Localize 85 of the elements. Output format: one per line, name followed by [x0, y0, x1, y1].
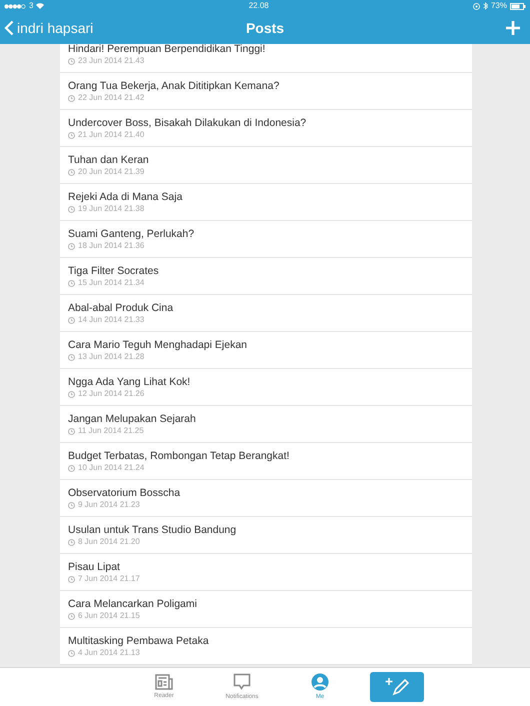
clock-icon	[68, 502, 75, 508]
post-row[interactable]: Jangan Melupakan Sejarah 11 Jun 2014 21.25	[60, 406, 472, 443]
post-date: 20 Jun 2014 21.39	[78, 167, 144, 177]
post-date: 7 Jun 2014 21.17	[78, 574, 140, 584]
post-row[interactable]: Multitasking Pembawa Petaka 4 Jun 2014 21.13	[60, 628, 472, 665]
compose-button[interactable]	[370, 672, 424, 702]
clock-icon	[68, 650, 75, 656]
post-date: 12 Jun 2014 21.26	[78, 389, 144, 399]
post-title: Ngga Ada Yang Lihat Kok!	[68, 375, 192, 389]
bluetooth-icon	[482, 2, 488, 10]
clock-icon	[68, 612, 75, 620]
clock-icon	[68, 280, 75, 286]
post-title: Cara Melancarkan Poligami	[68, 597, 198, 611]
newspaper-icon	[155, 674, 173, 690]
post-date: 23 Jun 2014 21.43	[78, 56, 144, 66]
post-row[interactable]: Orang Tua Bekerja, Anak Dititipkan Kemana? 22 Jun 2014 21.42	[60, 73, 472, 110]
post-title: Suami Ganteng, Perlukah?	[68, 227, 196, 241]
post-row[interactable]: Pisau Lipat 7 Jun 2014 21.17	[60, 554, 472, 591]
add-button[interactable]	[504, 19, 522, 37]
post-title: Orang Tua Bekerja, Anak Dititipkan Kemana?	[68, 79, 280, 93]
post-date: 10 Jun 2014 21.24	[78, 463, 144, 473]
post-row[interactable]: Rejeki Ada di Mana Saja 19 Jun 2014 21.38	[60, 184, 472, 221]
post-date: 9 Jun 2014 21.23	[78, 500, 140, 510]
back-chevron-icon	[4, 20, 14, 36]
user-icon	[311, 673, 329, 691]
post-title: Rejeki Ada di Mana Saja	[68, 190, 184, 204]
post-title: Tiga Filter Socrates	[68, 264, 160, 278]
post-row[interactable]: Hindari! Perempuan Berpendidikan Tinggi! 23 Jun 2014 21.43	[60, 44, 472, 73]
post-title: Abal-abal Produk Cina	[68, 301, 174, 315]
post-row[interactable]: Suami Ganteng, Perlukah? 18 Jun 2014 21.36	[60, 221, 472, 258]
post-title: Observatorium Bosscha	[68, 486, 182, 500]
post-row[interactable]: Observatorium Bosscha 9 Jun 2014 21.23	[60, 480, 472, 517]
clock-icon	[68, 168, 75, 176]
post-date: 13 Jun 2014 21.28	[78, 352, 144, 362]
post-title: Pisau Lipat	[68, 560, 121, 574]
clock-icon	[68, 464, 75, 472]
clock-icon	[68, 576, 75, 582]
plus-icon	[505, 20, 521, 36]
clock-icon	[68, 354, 75, 360]
status-time: 22.08	[248, 0, 269, 12]
post-date: 11 Jun 2014 21.25	[78, 426, 144, 436]
clock-icon	[68, 132, 75, 138]
post-title: Budget Terbatas, Rombongan Tetap Berangkat!	[68, 449, 290, 463]
post-title: Usulan untuk Trans Studio Bandung	[68, 523, 238, 537]
clock-icon	[68, 538, 75, 546]
pencil-plus-icon	[385, 677, 409, 697]
post-date: 18 Jun 2014 21.36	[78, 241, 144, 251]
post-row[interactable]: Abal-abal Produk Cina 14 Jun 2014 21.33	[60, 295, 472, 332]
page-title: Posts	[246, 18, 284, 38]
post-date: 15 Jun 2014 21.34	[78, 278, 144, 288]
post-row[interactable]: Undercover Boss, Bisakah Dilakukan di Indonesia? 21 Jun 2014 21.40	[60, 110, 472, 147]
post-title: Hindari! Perempuan Berpendidikan Tinggi!	[68, 44, 266, 56]
post-title: Undercover Boss, Bisakah Dilakukan di Indonesia?	[68, 116, 308, 130]
clock-icon	[68, 390, 75, 398]
post-row[interactable]: Tiga Filter Socrates 15 Jun 2014 21.34	[60, 258, 472, 295]
clock-icon	[68, 94, 75, 102]
post-row[interactable]: Tuhan dan Keran 20 Jun 2014 21.39	[60, 147, 472, 184]
clock-icon	[68, 242, 75, 250]
post-date: 6 Jun 2014 21.15	[78, 611, 140, 621]
post-date: 4 Jun 2014 21.13	[78, 648, 140, 658]
battery-percent: 73%	[490, 0, 507, 12]
clock-icon	[68, 58, 75, 64]
post-date: 22 Jun 2014 21.42	[78, 93, 144, 103]
carrier-label: 3	[29, 0, 34, 12]
post-title: Cara Mario Teguh Menghadapi Ejekan	[68, 338, 248, 352]
post-row[interactable]: Budget Terbatas, Rombongan Tetap Berangkat! 10 Jun 2014 21.24	[60, 443, 472, 480]
post-date: 21 Jun 2014 21.40	[78, 130, 144, 140]
battery-icon	[510, 2, 526, 10]
speech-bubble-icon	[233, 673, 251, 691]
post-row[interactable]: Cara Mario Teguh Menghadapi Ejekan 13 Jun 2014 21.28	[60, 332, 472, 369]
lock-rotation-icon	[472, 2, 480, 10]
post-row[interactable]: Cara Melancarkan Poligami 6 Jun 2014 21.15	[60, 591, 472, 628]
clock-icon	[68, 316, 75, 324]
post-title: Multitasking Pembawa Petaka	[68, 634, 210, 648]
signal-icon	[4, 4, 26, 8]
post-date: 14 Jun 2014 21.33	[78, 315, 144, 325]
post-row[interactable]: Usulan untuk Trans Studio Bandung 8 Jun 2014 21.20	[60, 517, 472, 554]
post-title: Jangan Melupakan Sejarah	[68, 412, 197, 426]
post-row[interactable]: Ngga Ada Yang Lihat Kok! 12 Jun 2014 21.26	[60, 369, 472, 406]
post-date: 19 Jun 2014 21.38	[78, 204, 144, 214]
post-title: Tuhan dan Keran	[68, 153, 150, 167]
clock-icon	[68, 206, 75, 212]
post-date: 8 Jun 2014 21.20	[78, 537, 140, 547]
wifi-icon	[36, 3, 44, 9]
clock-icon	[68, 428, 75, 434]
